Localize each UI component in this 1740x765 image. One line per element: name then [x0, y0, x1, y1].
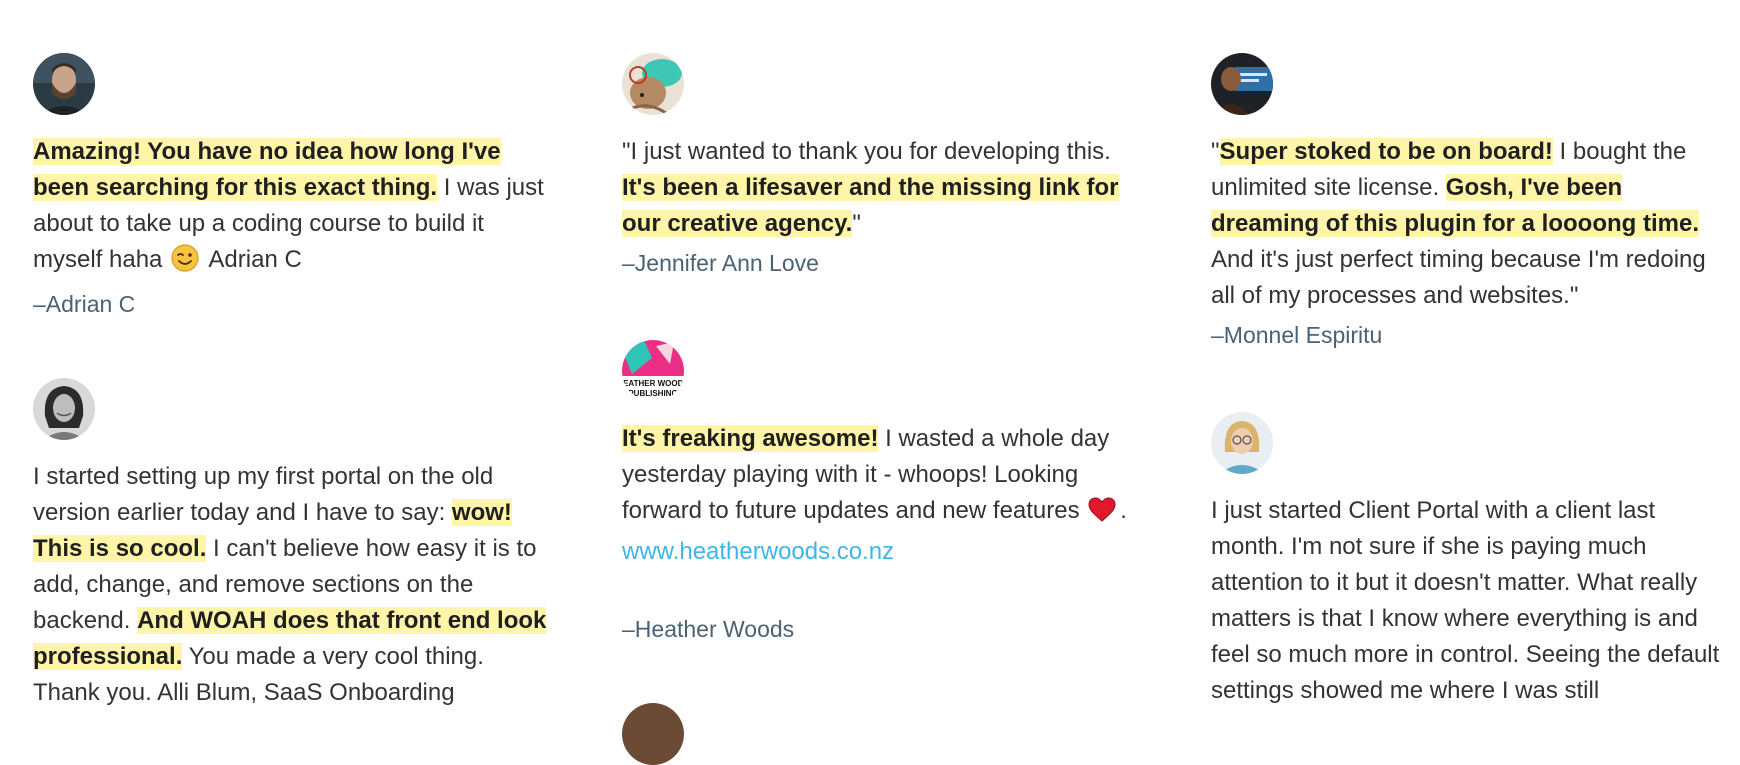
quote-text: "I just wanted to thank you for developi…	[622, 138, 1111, 165]
logo-text: PUBLISHING	[628, 389, 677, 398]
quote-highlight: Amazing! You have no idea how long I've …	[33, 138, 501, 201]
testimonial-card: "I just wanted to thank you for developi…	[622, 53, 1142, 278]
testimonial-quote: It's freaking awesome! I wasted a whole …	[622, 421, 1142, 570]
avatar-man-screen-icon	[1211, 53, 1273, 115]
testimonial-author: –Monnel Espiritu	[1211, 322, 1383, 348]
testimonial-author: –Heather Woods	[622, 616, 795, 642]
quote-highlight: It's freaking awesome!	[622, 425, 879, 452]
avatar-woman-smiling-icon	[33, 378, 95, 440]
quote-highlight: Super stoked to be on board!	[1219, 138, 1553, 165]
testimonial-quote: Amazing! You have no idea how long I've …	[33, 134, 553, 283]
avatar-man-beard-icon	[33, 53, 95, 115]
testimonial-author: –Jennifer Ann Love	[622, 250, 819, 276]
heather-woods-publishing-logo: HEATHER WOODS PUBLISHING	[622, 340, 684, 402]
quote-text: And it's just perfect timing because I'm…	[1211, 246, 1706, 309]
quote-highlight: It's been a lifesaver and the missing li…	[622, 174, 1119, 237]
website-link[interactable]: www.heatherwoods.co.nz	[622, 538, 894, 565]
avatar-woman-glasses-icon	[1211, 412, 1273, 474]
testimonial-card: HEATHER WOODS PUBLISHING It's freaking a…	[622, 340, 1142, 644]
quote-text: .	[1120, 497, 1127, 524]
testimonial-card: "Super stoked to be on board! I bought t…	[1211, 53, 1731, 350]
quote-text: "	[1211, 138, 1220, 165]
testimonial-quote: I just started Client Portal with a clie…	[1211, 493, 1731, 709]
logo-text: HEATHER WOODS	[622, 379, 684, 388]
quote-text: I just started Client Portal with a clie…	[1211, 497, 1720, 704]
testimonial-card: Amazing! You have no idea how long I've …	[33, 53, 553, 319]
avatar-dog-hat-icon	[622, 53, 684, 115]
quote-text: I started setting up my first portal on …	[33, 463, 494, 526]
quote-text: "	[852, 210, 861, 237]
testimonial-quote: "I just wanted to thank you for developi…	[622, 134, 1142, 242]
testimonial-author: –Adrian C	[33, 291, 136, 317]
red-heart-emoji	[1088, 497, 1116, 534]
testimonial-quote: I started setting up my first portal on …	[33, 459, 553, 711]
testimonial-card: I just started Client Portal with a clie…	[1211, 412, 1731, 709]
testimonial-quote: "Super stoked to be on board! I bought t…	[1211, 134, 1731, 314]
winking-face-emoji	[171, 244, 199, 283]
testimonial-card: I started setting up my first portal on …	[33, 378, 553, 711]
avatar-partial-icon	[622, 703, 684, 765]
quote-text: Adrian C	[203, 246, 302, 273]
